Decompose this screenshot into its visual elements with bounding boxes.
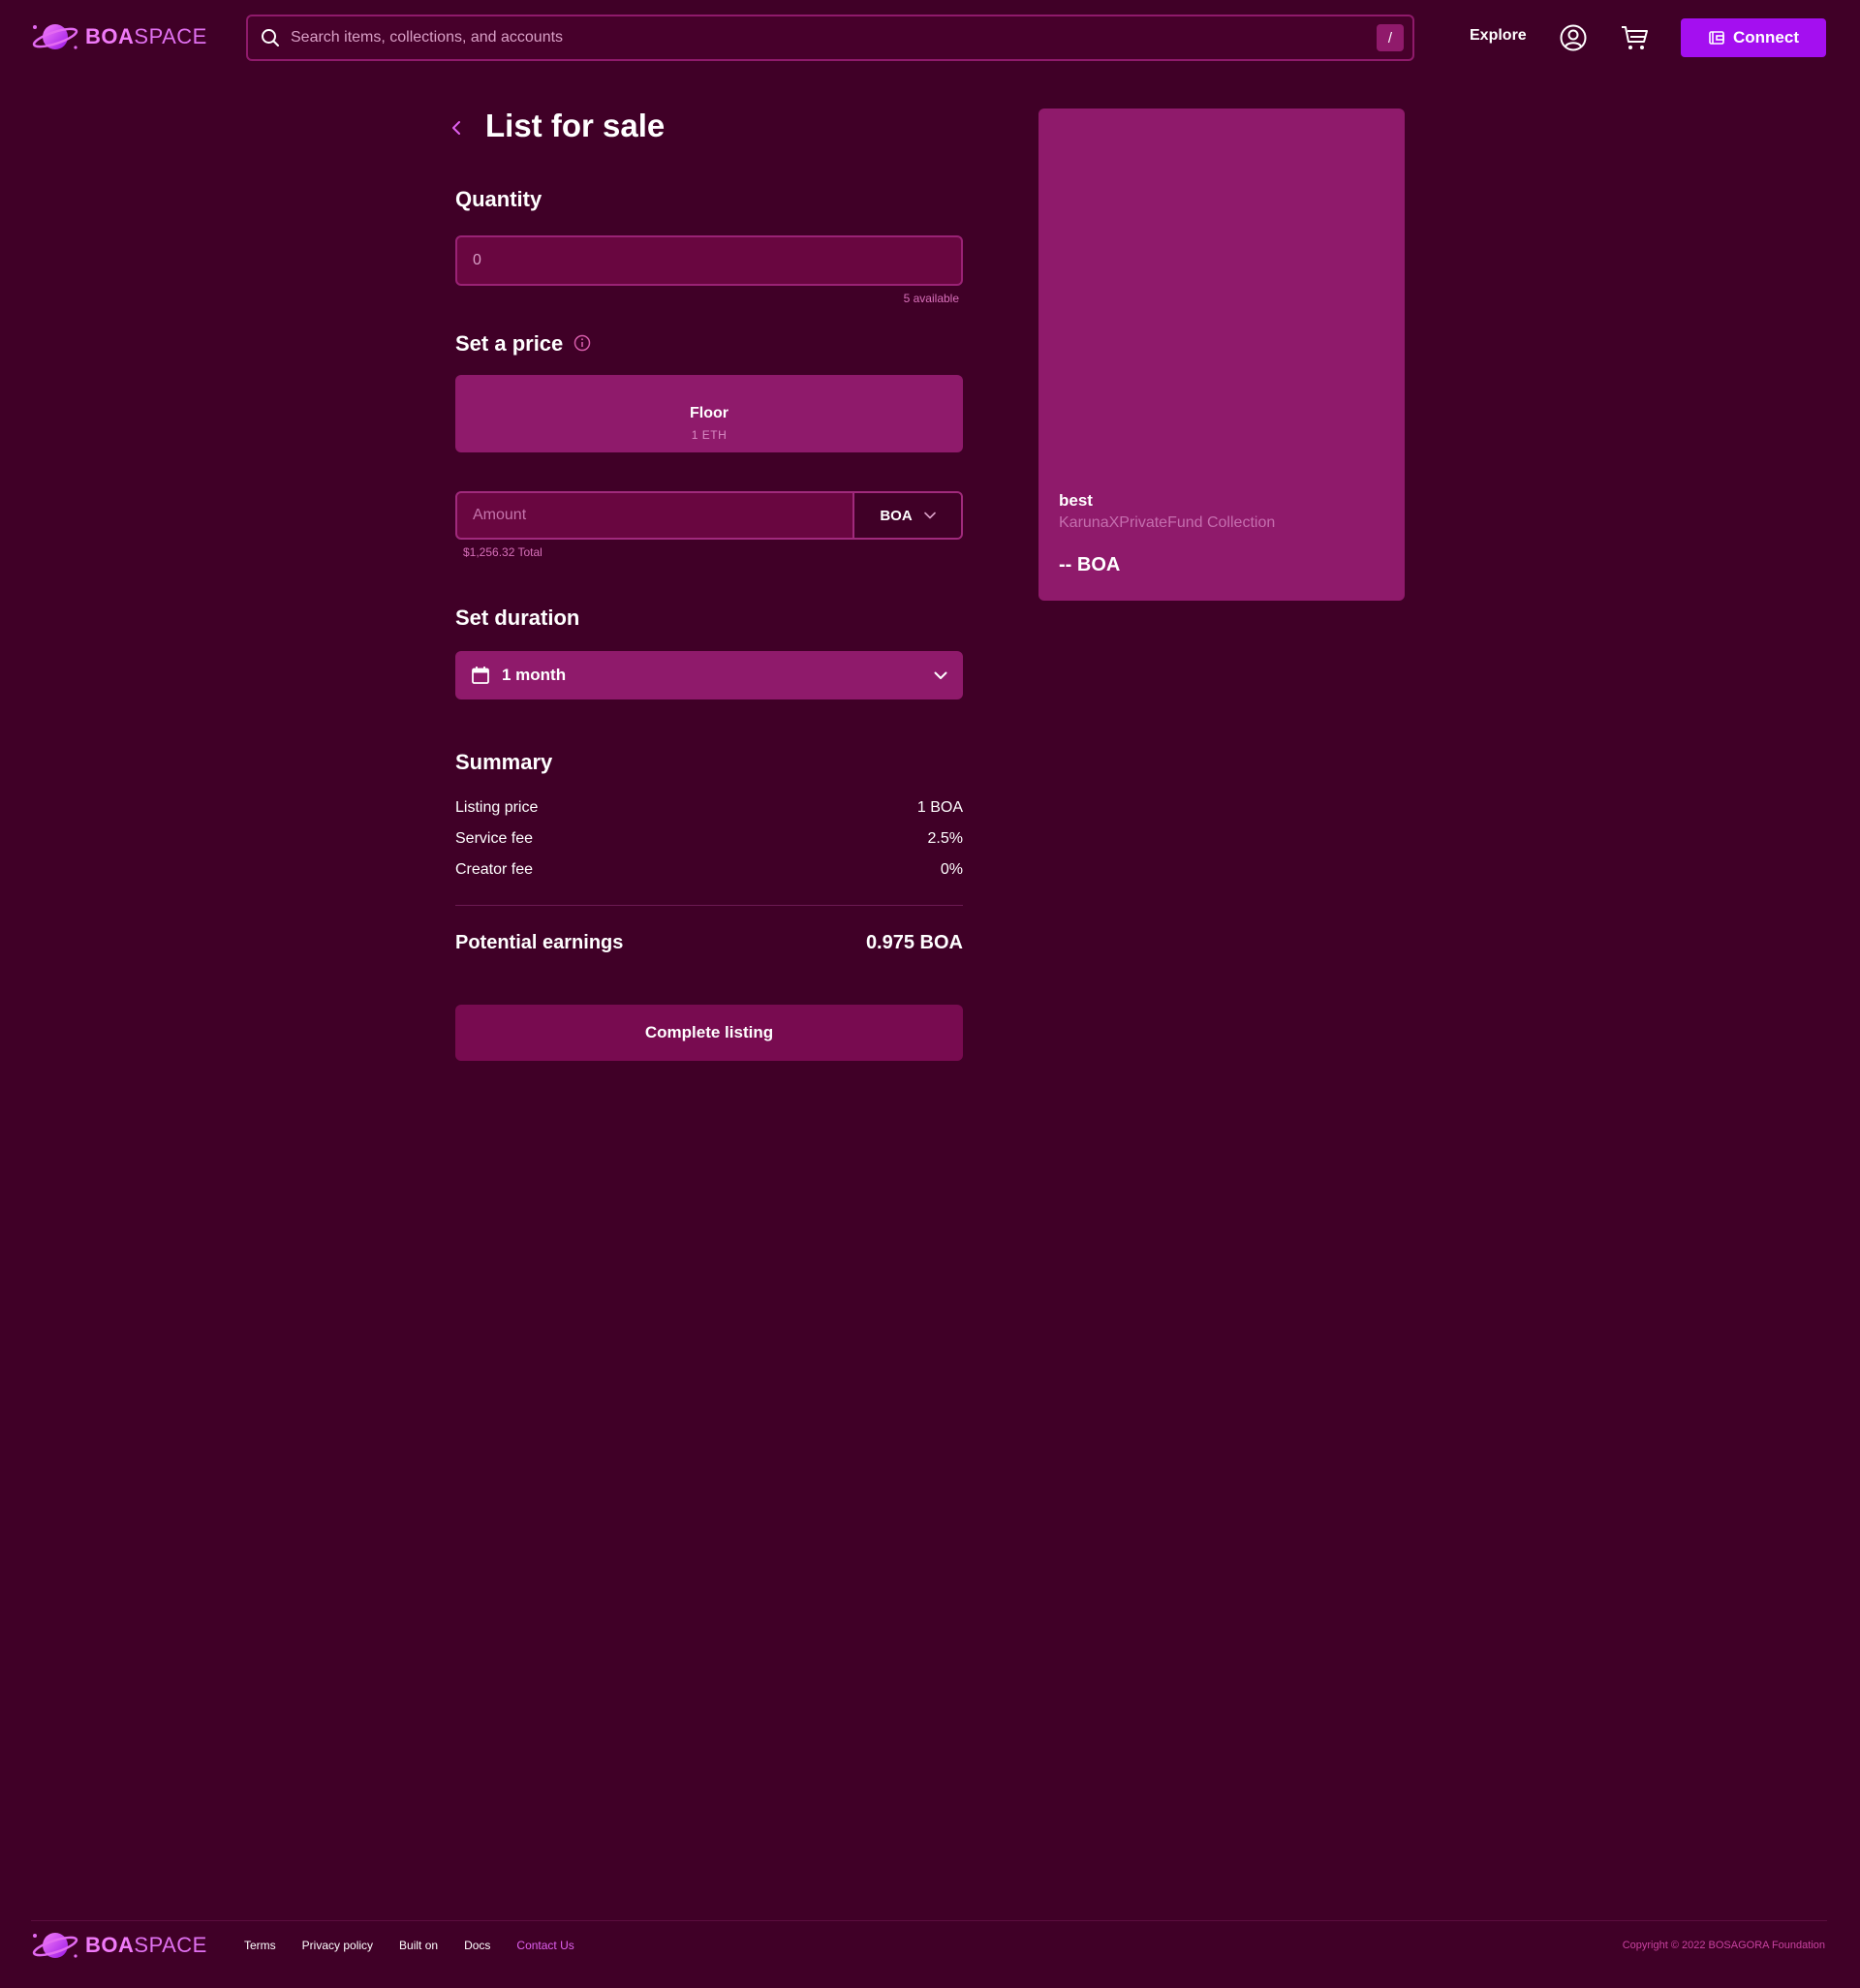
copyright-text: Copyright © 2022 BOSAGORA Foundation <box>1622 1940 1825 1951</box>
back-chevron-icon[interactable] <box>450 119 463 137</box>
summary-label: Listing price <box>455 799 539 816</box>
item-collection: KarunaXPrivateFund Collection <box>1059 514 1276 531</box>
summary-label: Service fee <box>455 830 534 847</box>
search-icon <box>262 29 279 47</box>
connect-label: Connect <box>1733 28 1799 47</box>
chevron-down-icon <box>923 512 936 519</box>
footer-link-built-on[interactable]: Built on <box>399 1939 438 1952</box>
brand-logo[interactable]: BOASPACE <box>31 19 207 54</box>
currency-label: BOA <box>880 507 913 524</box>
summary-value: 1 BOA <box>916 799 963 816</box>
summary-value: 0% <box>940 861 963 878</box>
duration-value: 1 month <box>502 666 567 684</box>
floor-label: Floor <box>690 405 728 421</box>
floor-price-button[interactable]: Floor 1 ETH <box>455 375 963 452</box>
cart-icon[interactable] <box>1620 23 1649 52</box>
wallet-icon <box>1709 31 1724 45</box>
price-title: Set a price <box>455 331 564 356</box>
earnings-value: 0.975 BOA <box>865 932 963 953</box>
duration-title: Set duration <box>455 606 580 630</box>
item-price: -- BOA <box>1059 554 1121 575</box>
amount-input[interactable] <box>457 493 852 538</box>
item-preview-card[interactable]: best KarunaXPrivateFund Collection -- BO… <box>1038 109 1405 601</box>
summary-value: 2.5% <box>927 830 963 847</box>
footer-logo[interactable]: BOASPACE <box>31 1928 207 1963</box>
calendar-icon <box>472 667 489 684</box>
search-input[interactable] <box>291 29 1377 47</box>
footer-link-terms[interactable]: Terms <box>244 1939 276 1952</box>
search-shortcut-key: / <box>1377 24 1404 51</box>
quantity-input[interactable] <box>455 235 963 286</box>
connect-wallet-button[interactable]: Connect <box>1681 18 1826 57</box>
duration-select[interactable]: 1 month <box>455 651 963 699</box>
planet-logo-icon <box>32 1933 78 1958</box>
nav-explore-link[interactable]: Explore <box>1470 27 1527 45</box>
footer-link-docs[interactable]: Docs <box>464 1939 490 1952</box>
item-name: best <box>1059 491 1093 510</box>
potential-earnings-row: Potential earnings 0.975 BOA <box>455 932 963 954</box>
complete-listing-button[interactable]: Complete listing <box>455 1005 963 1061</box>
earnings-label: Potential earnings <box>455 932 624 953</box>
footer-links: Terms Privacy policy Built on Docs Conta… <box>244 1939 574 1952</box>
footer-divider <box>31 1920 1827 1921</box>
currency-select[interactable]: BOA <box>852 493 961 538</box>
search-bar[interactable]: / <box>246 15 1414 61</box>
footer-link-contact[interactable]: Contact Us <box>516 1939 574 1952</box>
summary-row-service-fee: Service fee 2.5% <box>455 830 963 848</box>
chevron-down-icon <box>934 671 947 679</box>
summary-label: Creator fee <box>455 861 534 878</box>
summary-divider <box>455 905 963 906</box>
brand-name: BOASPACE <box>85 1933 207 1957</box>
brand-name: BOASPACE <box>85 24 207 48</box>
info-icon[interactable] <box>574 334 591 352</box>
amount-field-group: BOA <box>455 491 963 540</box>
summary-row-listing-price: Listing price 1 BOA <box>455 799 963 817</box>
page-title: List for sale <box>485 108 666 143</box>
top-nav: BOASPACE / Explore Connect <box>0 0 1860 76</box>
footer-link-privacy[interactable]: Privacy policy <box>302 1939 373 1952</box>
quantity-title: Quantity <box>455 187 542 211</box>
account-icon[interactable] <box>1559 23 1588 52</box>
summary-title: Summary <box>455 750 553 774</box>
available-count: 5 available <box>903 292 959 305</box>
planet-logo-icon <box>32 24 78 49</box>
summary-row-creator-fee: Creator fee 0% <box>455 861 963 879</box>
price-total: $1,256.32 Total <box>463 545 542 559</box>
floor-value: 1 ETH <box>691 428 728 442</box>
